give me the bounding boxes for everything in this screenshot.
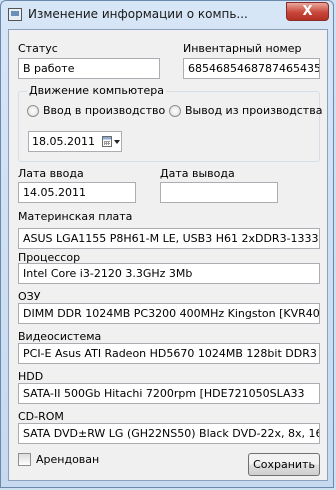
calendar-icon[interactable]	[102, 136, 112, 147]
date-out-label: Дата вывода	[160, 167, 235, 180]
radio-input-production-label[interactable]: Ввод в производство	[43, 104, 165, 117]
status-field[interactable]: В работе	[18, 58, 160, 79]
ram-field[interactable]: DIMM DDR 1024MB PC3200 400MHz Kingston […	[18, 303, 320, 324]
form-body: Статус В работе Инвентарный номер 685468…	[8, 29, 328, 481]
radio-input-production[interactable]	[27, 105, 39, 117]
rented-label[interactable]: Арендован	[36, 453, 99, 466]
video-field[interactable]: PCI-E Asus ATI Radeon HD5670 1024MB 128b…	[18, 343, 320, 364]
hdd-field[interactable]: SATA-II 500Gb Hitachi 7200rpm [HDE721050…	[18, 383, 320, 404]
hdd-label: HDD	[18, 370, 44, 383]
inventory-number-field[interactable]: 68546854687874654354	[183, 58, 320, 79]
cdrom-label: CD-ROM	[18, 410, 64, 423]
date-in-field[interactable]: 14.05.2011	[18, 182, 136, 203]
cdrom-field[interactable]: SATA DVD±RW LG (GH22NS50) Black DVD-22x,…	[18, 423, 320, 444]
motherboard-field[interactable]: ASUS LGA1155 P8H61-M LE, USB3 H61 2xDDR3…	[18, 228, 320, 249]
inventory-label: Инвентарный номер	[183, 42, 302, 55]
movement-group-title: Движение компьютера	[27, 84, 167, 97]
date-in-label: Лата ввода	[18, 167, 84, 180]
save-button[interactable]: Сохранить	[248, 453, 320, 476]
rented-checkbox[interactable]	[18, 453, 31, 466]
app-window-icon	[8, 8, 22, 21]
dialog-window: Изменение информации о компь... X Статус…	[0, 0, 334, 488]
title-bar[interactable]: Изменение информации о компь... X	[1, 1, 333, 29]
chevron-down-icon[interactable]	[114, 140, 120, 144]
radio-output-production-label[interactable]: Вывод из производства	[185, 104, 322, 117]
ram-label: ОЗУ	[18, 290, 41, 303]
cpu-field[interactable]: Intel Core i3-2120 3.3GHz 3Mb	[18, 263, 320, 284]
window-title: Изменение информации о компь...	[28, 7, 248, 21]
movement-date-value: 18.05.2011	[32, 135, 95, 148]
radio-output-production[interactable]	[169, 105, 181, 117]
movement-groupbox: Движение компьютера Ввод в производство …	[18, 84, 322, 162]
date-out-field[interactable]	[160, 182, 278, 203]
motherboard-label: Материнская плата	[18, 210, 133, 223]
video-label: Видеосистема	[18, 330, 102, 343]
close-button[interactable]: X	[286, 2, 329, 21]
movement-date-picker[interactable]: 18.05.2011	[28, 131, 122, 152]
status-label: Статус	[18, 42, 58, 55]
